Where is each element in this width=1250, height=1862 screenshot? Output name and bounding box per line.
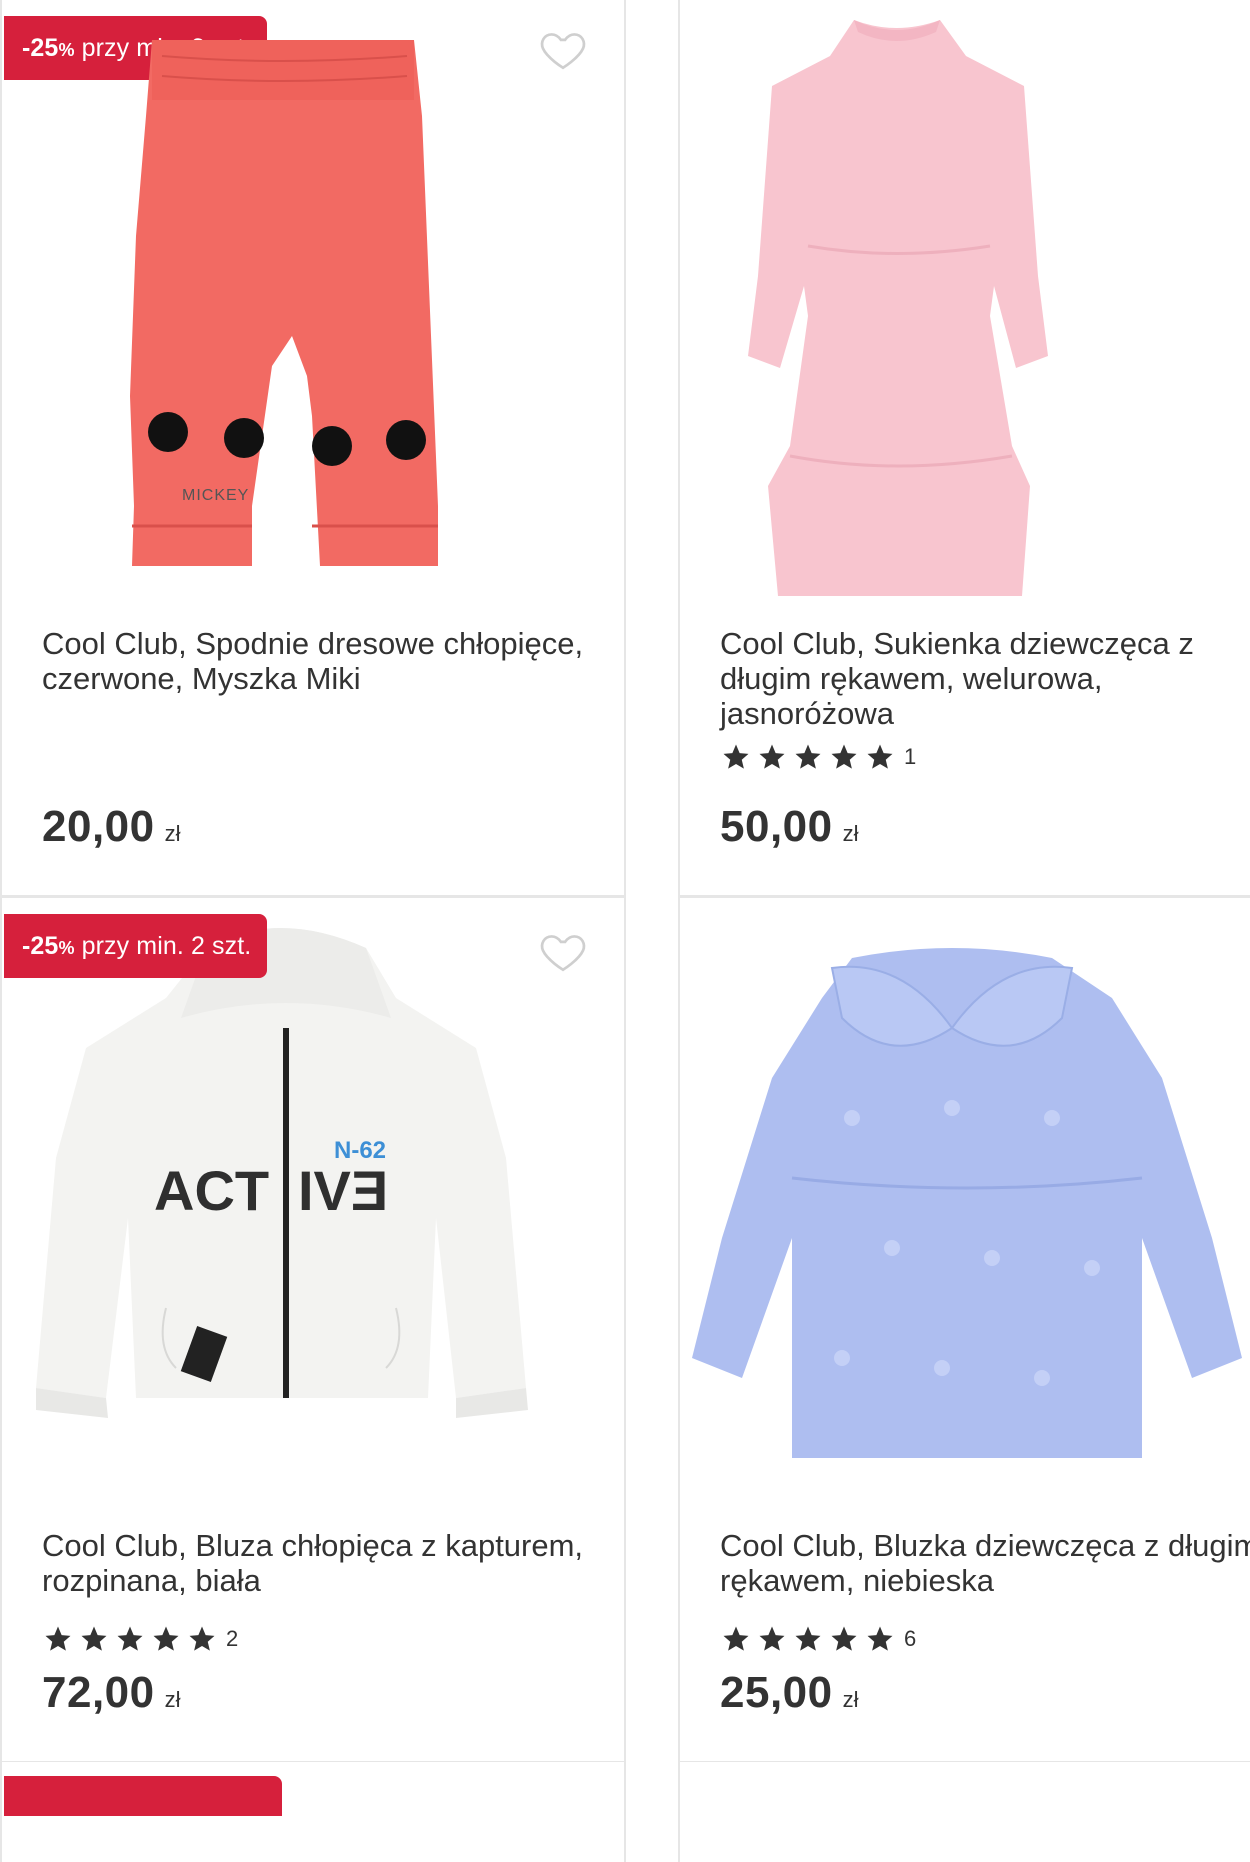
product-image[interactable]: ACT IVƎ N-62 <box>36 918 596 1418</box>
star-filled-icon <box>867 744 893 769</box>
star-filled-icon <box>723 1626 749 1651</box>
product-title[interactable]: Cool Club, Bluza chłopięca z kapturem, r… <box>42 1528 604 1598</box>
product-title[interactable]: Cool Club, Spodnie dresowe chłopięce, cz… <box>42 626 604 696</box>
product-image[interactable] <box>692 938 1250 1458</box>
star-filled-icon <box>831 1626 857 1651</box>
product-price: 50,00 zł <box>720 802 859 852</box>
heart-outline-icon[interactable] <box>538 24 588 74</box>
badge-text: przy min. 2 szt. <box>74 931 252 960</box>
price-currency: zł <box>842 821 859 846</box>
product-card[interactable] <box>678 1762 1250 1862</box>
promo-badge <box>4 1776 282 1816</box>
product-card[interactable]: Cool Club, Sukienka dziewczęca z długim … <box>678 0 1250 898</box>
star-filled-icon <box>795 744 821 769</box>
rating-stars <box>42 1624 218 1654</box>
price-currency: zł <box>842 1687 859 1712</box>
product-price: 25,00 zł <box>720 1668 859 1718</box>
star-filled-icon <box>795 1626 821 1651</box>
product-image[interactable]: MICKEY <box>122 36 512 576</box>
product-rating: 6 <box>720 1624 916 1654</box>
product-rating: 2 <box>42 1624 238 1654</box>
rating-count: 1 <box>904 744 917 769</box>
rating-count: 2 <box>226 1626 239 1651</box>
star-filled-icon <box>831 744 857 769</box>
star-filled-icon <box>153 1626 179 1651</box>
rating-stars <box>720 742 896 772</box>
product-image[interactable] <box>704 16 1090 596</box>
price-amount: 50,00 <box>720 802 833 851</box>
badge-percent-sign: % <box>58 39 75 60</box>
product-card[interactable] <box>0 1762 626 1862</box>
heart-outline-icon[interactable] <box>538 926 588 976</box>
product-card[interactable]: Cool Club, Bluzka dziewczęca z długim rę… <box>678 898 1250 1764</box>
star-filled-icon <box>189 1626 215 1651</box>
price-currency: zł <box>164 1687 181 1712</box>
product-price: 20,00 zł <box>42 802 181 852</box>
star-filled-icon <box>759 744 785 769</box>
mickey-print: MICKEY <box>182 487 249 504</box>
product-grid: -25% przy min. 2 szt. MICKEY Cool Club, … <box>0 0 1250 1862</box>
badge-percent: -25 <box>22 931 59 960</box>
price-amount: 72,00 <box>42 1668 155 1717</box>
price-currency: zł <box>164 821 181 846</box>
product-title[interactable]: Cool Club, Sukienka dziewczęca z długim … <box>720 626 1250 731</box>
star-filled-icon <box>117 1626 143 1651</box>
badge-percent: -25 <box>22 33 59 62</box>
product-card[interactable]: -25% przy min. 2 szt. MICKEY Cool Club, … <box>0 0 626 898</box>
promo-badge: -25% przy min. 2 szt. <box>4 914 268 978</box>
star-filled-icon <box>723 744 749 769</box>
rating-stars <box>720 1624 896 1654</box>
star-filled-icon <box>759 1626 785 1651</box>
price-amount: 20,00 <box>42 802 155 851</box>
rating-count: 6 <box>904 1626 917 1651</box>
badge-percent-sign: % <box>58 937 75 958</box>
product-title[interactable]: Cool Club, Bluzka dziewczęca z długim rę… <box>720 1528 1250 1598</box>
star-filled-icon <box>45 1626 71 1651</box>
product-price: 72,00 zł <box>42 1668 181 1718</box>
star-filled-icon <box>81 1626 107 1651</box>
hoodie-print-left: ACT <box>154 1159 269 1222</box>
star-filled-icon <box>867 1626 893 1651</box>
price-amount: 25,00 <box>720 1668 833 1717</box>
hoodie-print-code: N-62 <box>334 1137 386 1164</box>
product-rating: 1 <box>720 742 916 772</box>
product-card[interactable]: ACT IVƎ N-62 -25% przy min. 2 szt. Cool … <box>0 898 626 1764</box>
hoodie-print-right: IVƎ <box>298 1159 388 1222</box>
